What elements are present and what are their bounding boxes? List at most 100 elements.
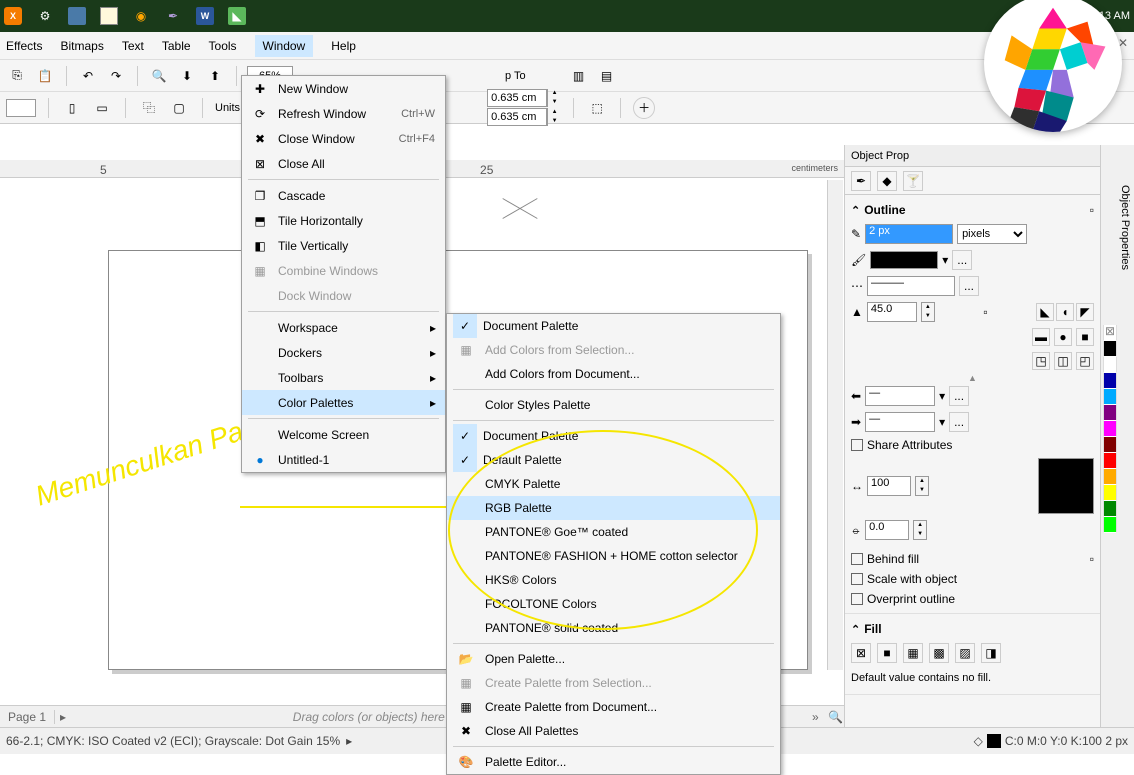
menu-table[interactable]: Table [162,39,191,53]
taskbar-app-xampp[interactable]: X [4,7,22,25]
menu-cascade[interactable]: ❐Cascade [242,183,445,208]
palette-swatch[interactable] [1103,373,1117,389]
tb-export-icon[interactable]: ⬆ [204,65,226,87]
tb-options-icon[interactable]: ▥ [568,65,590,87]
corner-round-icon[interactable]: ◖ [1056,303,1074,321]
orientation-landscape-icon[interactable]: ▭ [91,97,113,119]
submenu-focoltone[interactable]: FOCOLTONE Colors [447,592,780,616]
menu-toolbars[interactable]: Toolbars▸ [242,365,445,390]
taskbar-app-notepad[interactable] [100,7,118,25]
arrow-end-select[interactable]: — [865,412,935,432]
tb-launch-icon[interactable]: ▤ [596,65,618,87]
fill-postscript-icon[interactable]: ◨ [981,643,1001,663]
menu-tile-horizontal[interactable]: ⬒Tile Horizontally [242,208,445,233]
fill-section-title[interactable]: ⌃ Fill [851,618,1094,640]
orientation-portrait-icon[interactable]: ▯ [61,97,83,119]
menu-help[interactable]: Help [331,39,356,53]
corner-miter-icon[interactable]: ◣ [1036,303,1054,321]
menu-text[interactable]: Text [122,39,144,53]
tb-undo-icon[interactable]: ↶ [77,65,99,87]
vertical-scrollbar[interactable] [827,180,843,670]
outline-width-input[interactable]: 2 px [865,224,953,244]
cap-round-icon[interactable]: ● [1054,328,1072,346]
menu-close-all[interactable]: ⊠Close All [242,151,445,176]
nudge-x-input[interactable]: 0.635 cm [487,89,547,107]
taskbar-settings-icon[interactable]: ⚙ [36,7,54,25]
cap-square-icon[interactable]: ■ [1076,328,1094,346]
position-inside-icon[interactable]: ◰ [1076,352,1094,370]
palette-swatch[interactable] [1103,341,1117,357]
taskbar-app-circle[interactable]: ◉ [132,7,150,25]
arrow-start-more[interactable]: ... [949,386,969,406]
behind-fill-checkbox[interactable]: Behind fill▫ [851,549,1094,569]
add-icon[interactable]: ＋ [633,97,655,119]
tb-paste-icon[interactable]: 📋 [34,65,56,87]
position-outside-icon[interactable]: ◳ [1032,352,1050,370]
object-properties-tab[interactable]: Object Properties [1119,185,1131,270]
pages-facing-icon[interactable]: ⿻ [138,97,160,119]
menu-doc-untitled[interactable]: ●Untitled-1 [242,447,445,472]
share-attributes-checkbox[interactable]: Share Attributes [851,435,1094,455]
menu-welcome-screen[interactable]: Welcome Screen [242,422,445,447]
taskbar-app-feather[interactable]: ✒ [164,7,182,25]
palette-swatch[interactable] [1103,469,1117,485]
submenu-color-styles-palette[interactable]: Color Styles Palette [447,393,780,417]
taskbar-app-word[interactable]: W [196,7,214,25]
outline-color-swatch[interactable] [870,251,938,269]
tb-redo-icon[interactable]: ↷ [105,65,127,87]
angle-input[interactable]: 0.0 [865,520,909,540]
fill-uniform-icon[interactable]: ■ [877,643,897,663]
miter-limit-input[interactable]: 45.0 [867,302,917,322]
taskbar-app-coreldraw[interactable]: ◣ [228,7,246,25]
fill-fountain-icon[interactable]: ▦ [903,643,923,663]
arrow-end-more[interactable]: ... [949,412,969,432]
menu-window[interactable]: Window [255,35,314,57]
palette-swatch[interactable] [1103,501,1117,517]
tb-import-icon[interactable]: ⬇ [176,65,198,87]
submenu-pantone-solid[interactable]: PANTONE® solid coated [447,616,780,640]
menu-tile-vertical[interactable]: ◧Tile Vertically [242,233,445,258]
taskbar-app-generic[interactable] [68,7,86,25]
palette-swatch[interactable] [1103,357,1117,373]
palette-swatch[interactable] [1103,453,1117,469]
submenu-cmyk-palette[interactable]: CMYK Palette [447,472,780,496]
palette-swatch[interactable] [1103,405,1117,421]
fill-none-icon[interactable]: ⊠ [851,643,871,663]
submenu-pantone-goe[interactable]: PANTONE® Goe™ coated [447,520,780,544]
submenu-pantone-fashion[interactable]: PANTONE® FASHION + HOME cotton selector [447,544,780,568]
tab-outline-icon[interactable]: ✒ [851,171,871,191]
tb-copy-icon[interactable]: ⎘ [6,65,28,87]
fill-pattern-icon[interactable]: ▩ [929,643,949,663]
submenu-create-from-document[interactable]: ▦Create Palette from Document... [447,695,780,719]
fill-texture-icon[interactable]: ▨ [955,643,975,663]
menu-tools[interactable]: Tools [209,39,237,53]
scale-with-object-checkbox[interactable]: Scale with object [851,569,1094,589]
submenu-add-colors-document[interactable]: Add Colors from Document... [447,362,780,386]
outline-units-select[interactable]: pixels [957,224,1027,244]
submenu-open-palette[interactable]: 📂Open Palette... [447,647,780,671]
submenu-hks-colors[interactable]: HKS® Colors [447,568,780,592]
tb-search-icon[interactable]: 🔍 [148,65,170,87]
cap-flat-icon[interactable]: ▬ [1032,328,1050,346]
line-style-select[interactable]: ——— [867,276,955,296]
menu-dockers[interactable]: Dockers▸ [242,340,445,365]
outline-section-title[interactable]: ⌃ Outline▫ [851,199,1094,221]
corner-bevel-icon[interactable]: ◤ [1076,303,1094,321]
menu-refresh-window[interactable]: ⟳Refresh WindowCtrl+W [242,101,445,126]
menu-bitmaps[interactable]: Bitmaps [60,39,103,53]
position-center-icon[interactable]: ◫ [1054,352,1072,370]
nudge-y-input[interactable]: 0.635 cm [487,108,547,126]
outline-more-button[interactable]: ... [952,250,972,270]
page-indicator[interactable]: Page 1 [0,710,55,724]
menu-new-window[interactable]: ✚New Window [242,76,445,101]
submenu-rgb-palette[interactable]: RGB Palette [447,496,780,520]
stretch-input[interactable]: 100 [867,476,911,496]
palette-no-color[interactable]: ⊠ [1103,325,1117,341]
submenu-document-palette[interactable]: ✓Document Palette [447,314,780,338]
submenu-close-all-palettes[interactable]: ✖Close All Palettes [447,719,780,743]
tab-transparency-icon[interactable]: 🍸 [903,171,923,191]
duplicate-distance-icon[interactable]: ⬚ [586,97,608,119]
menu-close-window[interactable]: ✖Close WindowCtrl+F4 [242,126,445,151]
arrow-start-select[interactable]: — [865,386,935,406]
line-style-more[interactable]: ... [959,276,979,296]
